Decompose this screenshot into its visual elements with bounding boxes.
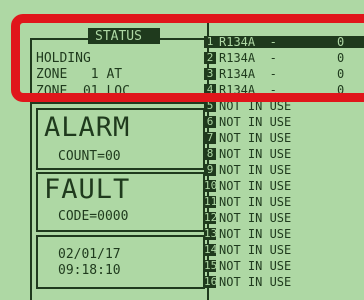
zone-row[interactable]: 11 NOT IN USE bbox=[204, 196, 364, 208]
zone-label: NOT IN USE bbox=[219, 179, 292, 193]
alarm-count: COUNT=00 bbox=[58, 149, 121, 164]
zone-number: 12 bbox=[204, 211, 218, 224]
time-text: 09:18:10 bbox=[58, 263, 121, 278]
zone-label: NOT IN USE bbox=[219, 227, 292, 241]
zone-row[interactable]: 9 NOT IN USE bbox=[204, 164, 364, 176]
zone-label: NOT IN USE bbox=[219, 115, 292, 129]
zone-label: NOT IN USE bbox=[219, 243, 292, 257]
fault-code: CODE=0000 bbox=[58, 209, 129, 224]
zone-number: 14 bbox=[204, 243, 218, 256]
zone-number: 16 bbox=[204, 275, 218, 288]
zone-label: NOT IN USE bbox=[219, 211, 292, 225]
zone-label: NOT IN USE bbox=[219, 259, 292, 273]
zone-number: 15 bbox=[204, 259, 218, 272]
alarm-title: ALARM bbox=[44, 112, 131, 143]
zone-row[interactable]: 15 NOT IN USE bbox=[204, 260, 364, 272]
zone-label: NOT IN USE bbox=[219, 131, 292, 145]
zone-number: 10 bbox=[204, 179, 218, 192]
zone-label: NOT IN USE bbox=[219, 147, 292, 161]
zone-row[interactable]: 12 NOT IN USE bbox=[204, 212, 364, 224]
zone-number: 11 bbox=[204, 195, 218, 208]
fault-title: FAULT bbox=[44, 174, 131, 205]
zone-row[interactable]: 14 NOT IN USE bbox=[204, 244, 364, 256]
zone-row[interactable]: 10 NOT IN USE bbox=[204, 180, 364, 192]
zone-label: NOT IN USE bbox=[219, 163, 292, 177]
highlight-callout bbox=[11, 14, 364, 102]
zone-number: 6 bbox=[204, 116, 216, 128]
zone-number: 7 bbox=[204, 132, 216, 144]
date-text: 02/01/17 bbox=[58, 247, 121, 262]
zone-number: 9 bbox=[204, 164, 216, 176]
zone-label: NOT IN USE bbox=[219, 275, 292, 289]
zone-row[interactable]: 7 NOT IN USE bbox=[204, 132, 364, 144]
lcd-screen: STATUS HOLDING ZONE 1 AT ZONE 01 LOC ALA… bbox=[0, 0, 364, 300]
zone-row[interactable]: 8 NOT IN USE bbox=[204, 148, 364, 160]
zone-label: NOT IN USE bbox=[219, 195, 292, 209]
left-border-line bbox=[30, 100, 32, 300]
zone-number: 8 bbox=[204, 148, 216, 160]
zone-row[interactable]: 16 NOT IN USE bbox=[204, 276, 364, 288]
zone-number: 13 bbox=[204, 227, 218, 240]
datetime-panel bbox=[36, 235, 205, 289]
zone-row[interactable]: 6 NOT IN USE bbox=[204, 116, 364, 128]
zone-row[interactable]: 13 NOT IN USE bbox=[204, 228, 364, 240]
